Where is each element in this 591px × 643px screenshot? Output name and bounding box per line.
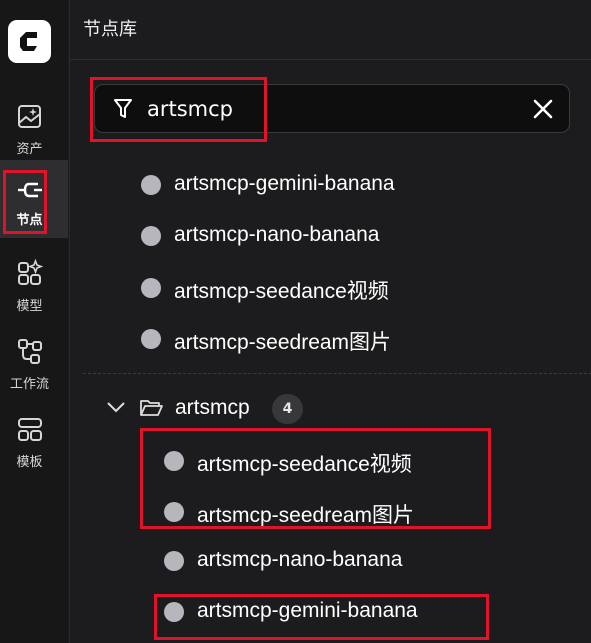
image-sparkle-icon <box>18 105 41 128</box>
folder-open-icon <box>140 400 163 416</box>
search-input[interactable] <box>147 95 507 123</box>
sidebar-item-nodes[interactable]: 节点 <box>0 160 68 238</box>
template-icon <box>18 418 42 441</box>
search-box <box>94 84 570 133</box>
divider <box>70 59 591 60</box>
list-item[interactable]: artsmcp-gemini-banana <box>141 170 441 200</box>
list-item[interactable]: artsmcp-seedance视频 <box>141 273 441 303</box>
list-item[interactable]: artsmcp-seedream图片 <box>141 324 441 354</box>
list-item[interactable]: artsmcp-gemini-banana <box>164 597 464 627</box>
node-dot-icon <box>164 602 184 622</box>
left-sidebar: 资产 节点 模型 工作流 模板 <box>0 0 68 643</box>
model-grid-icon <box>18 259 44 285</box>
sidebar-item-label: 模板 <box>16 455 43 470</box>
sidebar-item-templates[interactable]: 模板 <box>0 399 68 477</box>
sidebar-item-workflow[interactable]: 工作流 <box>0 321 68 399</box>
filter-icon[interactable] <box>113 98 133 120</box>
sidebar-item-label: 资产 <box>16 142 43 157</box>
chevron-down-icon[interactable] <box>106 400 126 414</box>
workflow-icon <box>18 339 42 364</box>
node-dot-icon <box>141 278 161 298</box>
sidebar-item-label: 节点 <box>16 213 43 228</box>
list-item[interactable]: artsmcp-seedream图片 <box>164 497 464 527</box>
node-link-icon <box>18 182 42 198</box>
node-library-panel: 节点库 artsmcp-gemini-banana artsmcp-nano-b… <box>69 0 591 643</box>
node-dot-icon <box>141 175 161 195</box>
sidebar-item-models[interactable]: 模型 <box>0 243 68 321</box>
node-dot-icon <box>141 226 161 246</box>
count-badge: 4 <box>272 394 303 424</box>
list-item[interactable]: artsmcp-seedance视频 <box>164 446 464 476</box>
node-dot-icon <box>164 551 184 571</box>
sidebar-item-label: 工作流 <box>9 377 49 392</box>
node-dot-icon <box>141 329 161 349</box>
list-item[interactable]: artsmcp-nano-banana <box>141 221 441 251</box>
group-header[interactable]: artsmcp 4 <box>106 394 406 424</box>
group-label: artsmcp <box>175 396 250 419</box>
app-logo-icon[interactable] <box>8 20 51 63</box>
list-item[interactable]: artsmcp-nano-banana <box>164 546 464 576</box>
panel-title: 节点库 <box>83 19 137 40</box>
divider <box>83 373 591 374</box>
sidebar-item-assets[interactable]: 资产 <box>0 86 68 164</box>
sidebar-item-label: 模型 <box>16 299 43 314</box>
close-icon[interactable] <box>532 98 554 120</box>
node-dot-icon <box>164 451 184 471</box>
node-dot-icon <box>164 502 184 522</box>
